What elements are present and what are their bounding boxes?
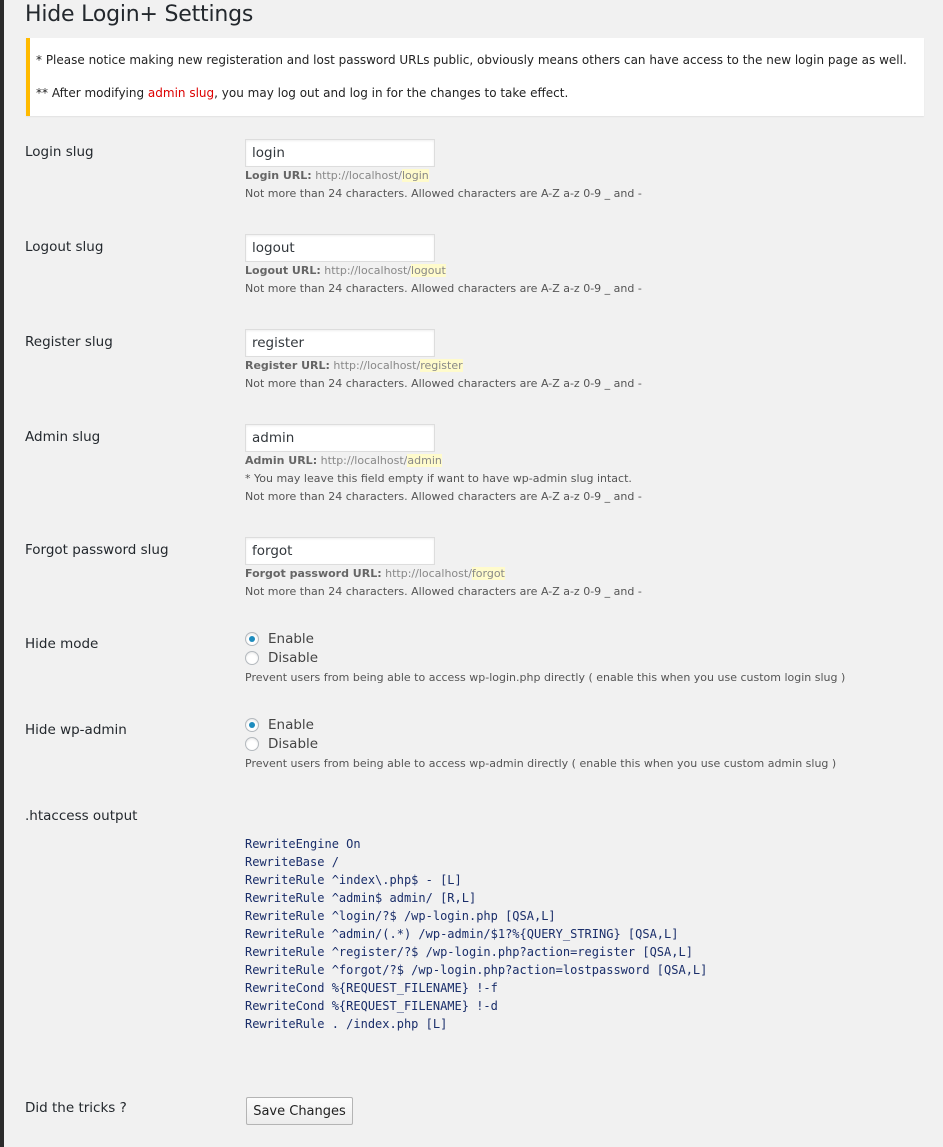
hide-mode-hint: Prevent users from being able to access …	[245, 671, 846, 684]
forgot-slug-hint: Not more than 24 characters. Allowed cha…	[245, 585, 642, 598]
forgot-url-description: Forgot password URL: http://localhost/fo…	[245, 567, 505, 580]
logout-url-label: Logout URL:	[245, 264, 321, 277]
hide-mode-enable-label: Enable	[268, 631, 314, 647]
login-slug-input[interactable]	[245, 139, 435, 167]
register-url-base: http://localhost/	[333, 359, 421, 372]
admin-url-base: http://localhost/	[320, 454, 408, 467]
hide-mode-label: Hide mode	[25, 636, 99, 652]
notice-box: * Please notice making new registeration…	[26, 38, 924, 116]
hide-wp-admin-disable-radio[interactable]	[245, 737, 259, 751]
forgot-url-label: Forgot password URL:	[245, 567, 382, 580]
admin-slug-label: Admin slug	[25, 429, 101, 445]
hide-mode-enable-radio[interactable]	[245, 632, 259, 646]
notice-line-2-prefix: ** After modifying	[36, 86, 148, 100]
register-slug-hint: Not more than 24 characters. Allowed cha…	[245, 377, 642, 390]
hide-mode-disable-radio[interactable]	[245, 651, 259, 665]
login-url-label: Login URL:	[245, 169, 312, 182]
hide-wp-admin-hint: Prevent users from being able to access …	[245, 757, 837, 770]
logout-url-slug: logout	[411, 264, 446, 277]
forgot-url-base: http://localhost/	[385, 567, 472, 580]
register-url-slug: register	[420, 359, 463, 372]
notice-line-1: * Please notice making new registeration…	[36, 53, 907, 67]
admin-slug-hint: Not more than 24 characters. Allowed cha…	[245, 490, 642, 503]
register-url-description: Register URL: http://localhost/register	[245, 359, 463, 372]
login-url-base: http://localhost/	[315, 169, 402, 182]
save-changes-button[interactable]: Save Changes	[246, 1097, 353, 1125]
login-url-description: Login URL: http://localhost/login	[245, 169, 429, 182]
admin-slug-note: * You may leave this field empty if want…	[245, 472, 632, 485]
logout-url-description: Logout URL: http://localhost/logout	[245, 264, 446, 277]
hide-wp-admin-enable-option[interactable]: Enable	[245, 717, 314, 733]
register-url-label: Register URL:	[245, 359, 330, 372]
hide-wp-admin-enable-label: Enable	[268, 717, 314, 733]
notice-admin-slug-highlight: admin slug	[147, 86, 215, 100]
logout-slug-hint: Not more than 24 characters. Allowed cha…	[245, 282, 642, 295]
forgot-slug-label: Forgot password slug	[25, 542, 169, 558]
admin-sidebar-edge	[0, 0, 4, 1147]
page-title: Hide Login+ Settings	[25, 2, 254, 27]
login-slug-hint: Not more than 24 characters. Allowed cha…	[245, 187, 642, 200]
admin-url-slug: admin	[407, 454, 442, 467]
register-slug-input[interactable]	[245, 329, 435, 357]
forgot-url-slug: forgot	[471, 567, 505, 580]
forgot-slug-input[interactable]	[245, 537, 435, 565]
hide-wp-admin-disable-option[interactable]: Disable	[245, 736, 318, 752]
login-slug-label: Login slug	[25, 144, 94, 160]
logout-slug-input[interactable]	[245, 234, 435, 262]
admin-slug-input[interactable]	[245, 424, 435, 452]
admin-url-description: Admin URL: http://localhost/admin	[245, 454, 442, 467]
logout-url-base: http://localhost/	[324, 264, 412, 277]
hide-mode-enable-option[interactable]: Enable	[245, 631, 314, 647]
login-url-slug: login	[401, 169, 429, 182]
htaccess-label: .htaccess output	[25, 808, 138, 824]
notice-line-2-suffix: , you may log out and log in for the cha…	[214, 86, 569, 100]
hide-wp-admin-enable-radio[interactable]	[245, 718, 259, 732]
submit-row-label: Did the tricks ?	[25, 1100, 127, 1116]
admin-url-label: Admin URL:	[245, 454, 318, 467]
logout-slug-label: Logout slug	[25, 239, 104, 255]
hide-mode-disable-option[interactable]: Disable	[245, 650, 318, 666]
hide-wp-admin-label: Hide wp-admin	[25, 722, 127, 738]
hide-wp-admin-disable-label: Disable	[268, 736, 319, 752]
notice-line-2: ** After modifying admin slug, you may l…	[36, 86, 568, 100]
register-slug-label: Register slug	[25, 334, 113, 350]
htaccess-output: RewriteEngine On RewriteBase / RewriteRu…	[245, 837, 708, 1031]
hide-mode-disable-label: Disable	[268, 650, 319, 666]
